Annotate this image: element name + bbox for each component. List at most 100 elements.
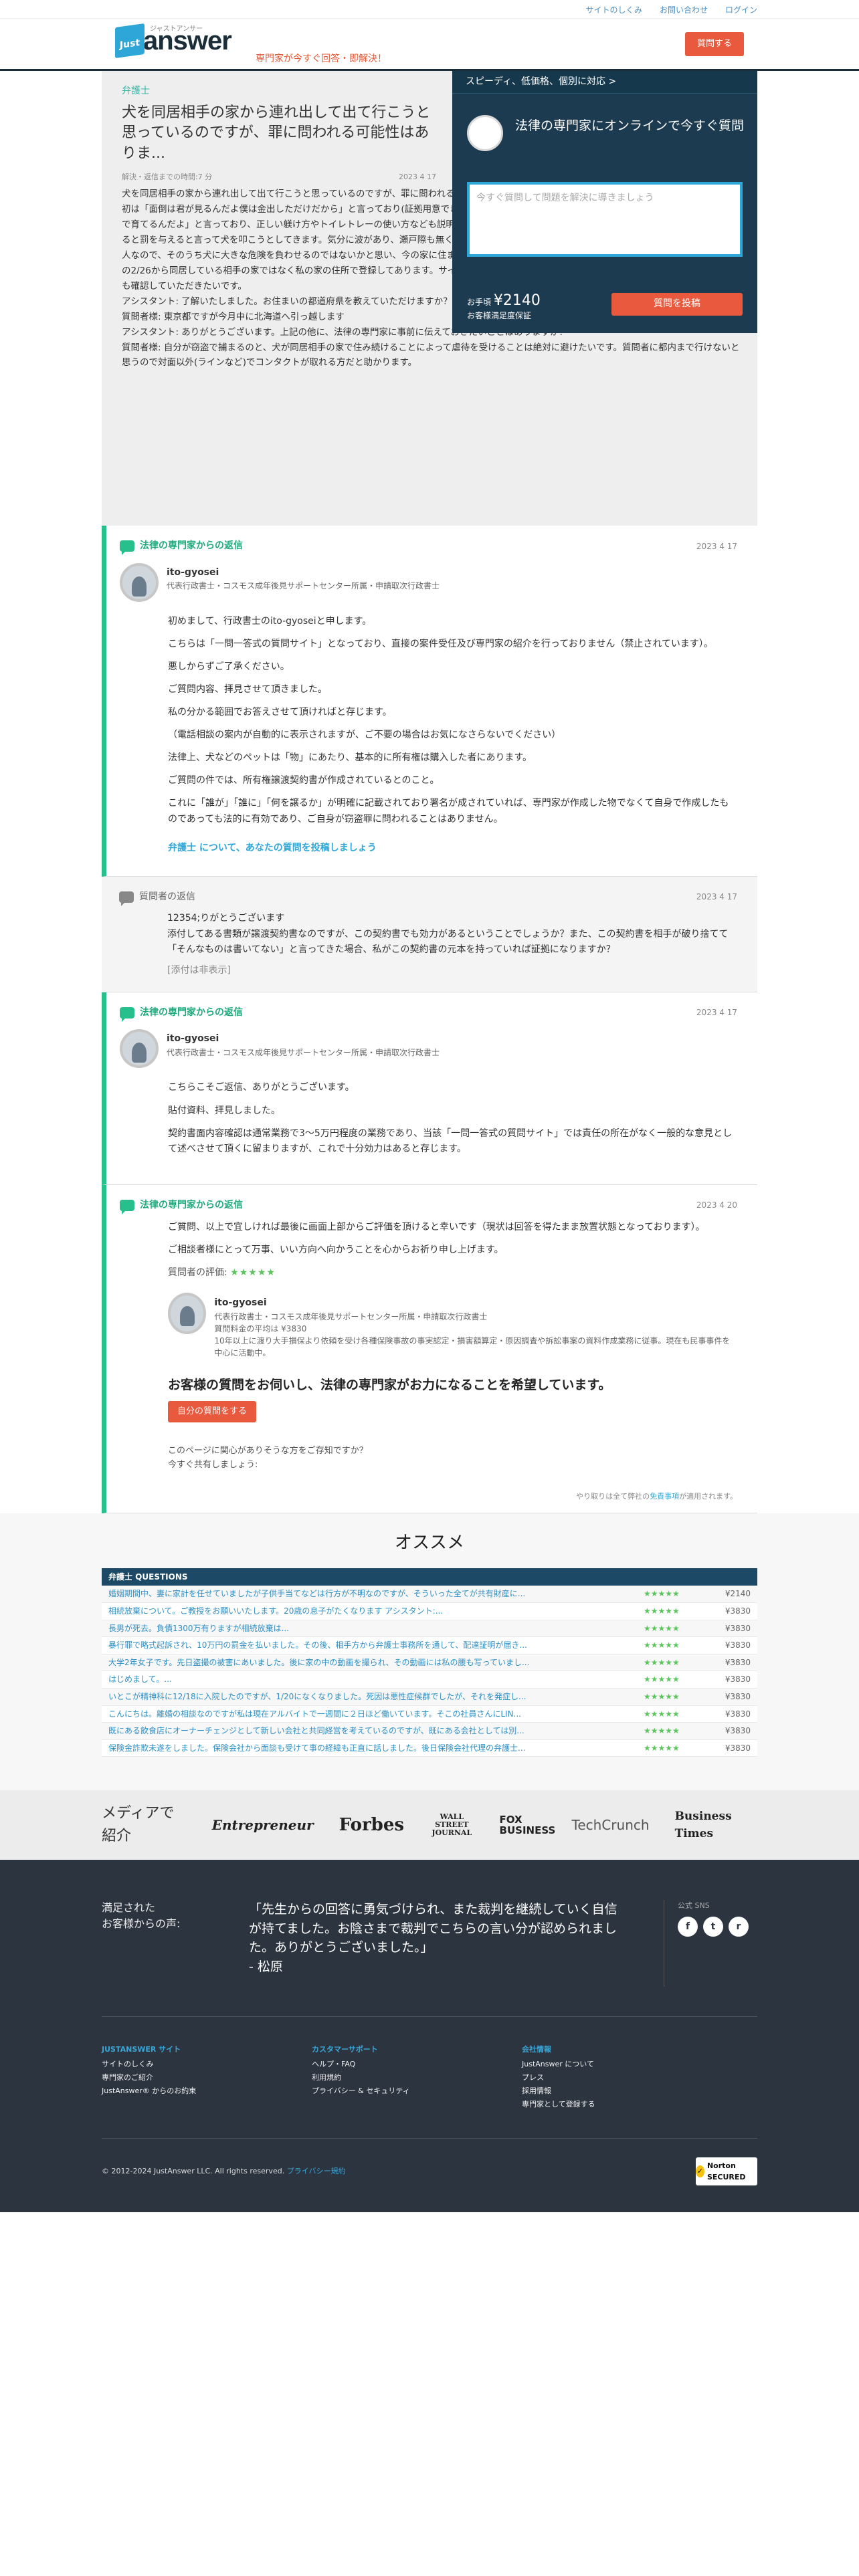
answer-label: 法律の専門家からの返信 [140, 1006, 243, 1018]
footer-link[interactable]: ヘルプ・FAQ [312, 2058, 522, 2071]
rating-label: 質問者の評価: [168, 1267, 227, 1278]
question-meta: 解決・返信までの時間:7 分 2023 4 17 [122, 171, 436, 183]
answer-paragraph: 契約書面内容確認は通常業務で3〜5万円程度の業務であり、当該「一問一答式の質問サ… [168, 1128, 733, 1154]
price: ¥3830 [725, 1692, 751, 1702]
footer-link[interactable]: プライバシー & セキュリティ [312, 2084, 522, 2098]
ask-own-question-button[interactable]: 自分の質問をする [168, 1401, 257, 1422]
entrepreneur-logo: Entrepreneur [211, 1816, 314, 1833]
recommended-header: 弁護士 QUESTIONS [102, 1568, 757, 1586]
sidebar-banner[interactable]: スピーディ、低価格、個別に対応 > [452, 71, 757, 94]
disclaimer-note: やり取りは全て弊社の免責事項が適用されます。 [576, 1491, 737, 1502]
list-item[interactable]: はじめまして。... ★★★★★ ¥3830 [102, 1671, 757, 1689]
answer-body: 初めまして、行政書士のito-gyoseiと申します。 こちらは「一問一答式の質… [168, 614, 737, 856]
answer-paragraph: 初めまして、行政書士のito-gyoseiと申します。 [168, 615, 372, 627]
answer-paragraph: ご質問、以上で宜しければ最後に画面上部からご評価を頂けると幸いです（現状は回答を… [168, 1221, 705, 1232]
expert-avatar-placeholder [467, 115, 503, 151]
media-label: メディアで紹介 [102, 1805, 175, 1845]
logo-badge: Just [115, 23, 145, 59]
footer-link[interactable]: 採用情報 [522, 2084, 732, 2098]
answer-paragraph: ご相談者様にとって万事、いい方向へ向かうことを心からお祈り申し上げます。 [168, 1244, 504, 1255]
answer-date: 2023 4 17 [696, 541, 737, 551]
question-textarea[interactable]: 今すぐ質問して問題を解決に導きましょう [467, 182, 743, 257]
question-link[interactable]: 婚姻期間中、妻に家計を任せていましたが子供手当てなどは行方が不明なのですが、そう… [108, 1588, 644, 1600]
list-item[interactable]: 大学2年女子です。先日盗撮の被害にあいました。後に家の中の動画を撮られ、その動画… [102, 1654, 757, 1672]
hope-heading: お客様の質問をお伺いし、法律の専門家がお力になることを希望しています。 [168, 1377, 611, 1392]
question-link[interactable]: こんにちは。離婚の相談なのですが私は現在アルバイトで一週間に２日ほど働いています… [108, 1708, 644, 1721]
expert-avatar[interactable] [168, 1292, 207, 1334]
testimonial-quote: 「先生からの回答に勇気づけられ、また裁判を継続していく自信が持てました。お陰さま… [249, 1902, 617, 1974]
price: ¥3830 [725, 1606, 751, 1616]
checkmark-icon: ✓ [696, 2165, 704, 2177]
rating-stars: ★★★★★ [644, 1623, 680, 1633]
footer-link[interactable]: プレス [522, 2071, 732, 2084]
question-link[interactable]: 長男が死去。負債1300万有りますが相続放棄は... [108, 1622, 644, 1635]
list-item[interactable]: 暴行罪で略式起訴され、10万円の罰金を払いました。その後、相手方から弁護士事務所… [102, 1637, 757, 1654]
footer-col-support: カスタマーサポート ヘルプ・FAQ 利用規約 プライバシー & セキュリティ [312, 2044, 522, 2111]
ask-sidebar: スピーディ、低価格、個別に対応 > 法律の専門家にオンラインで今すぐ質問 今すぐ… [452, 71, 757, 333]
footer-link[interactable]: サイトのしくみ [102, 2058, 312, 2071]
justanswer-logo[interactable]: Just answer ジャストアンサー [115, 23, 232, 59]
ask-question-button[interactable]: 質問する [684, 32, 744, 57]
question-link[interactable]: 暴行罪で略式起訴され、10万円の罰金を払いました。その後、相手方から弁護士事務所… [108, 1639, 644, 1652]
footer-col-heading: 会社情報 [522, 2045, 551, 2054]
list-item[interactable]: 長男が死去。負債1300万有りますが相続放棄は... ★★★★★ ¥3830 [102, 1620, 757, 1638]
expert-avatar[interactable] [120, 562, 159, 602]
list-item[interactable]: 既にある飲食店にオーナーチェンジとして新しい会社と共同経営を考えているのですが、… [102, 1723, 757, 1740]
rating-stars: ★★★★★ [644, 1709, 680, 1719]
question-link[interactable]: 相続放棄について。ご教授をお願いいたします。20歳の息子がたくなります アシスタ… [108, 1605, 644, 1618]
answer-date: 2023 4 20 [696, 1200, 737, 1210]
list-item[interactable]: こんにちは。離婚の相談なのですが私は現在アルバイトで一週間に２日ほど働いています… [102, 1705, 757, 1723]
twitter-icon[interactable]: t [703, 1917, 723, 1937]
footer-link[interactable]: 専門家のご紹介 [102, 2071, 312, 2084]
list-item[interactable]: いとこが精神科に12/18に入院したのですが、1/20になくなりました。死因は悪… [102, 1689, 757, 1706]
nav-how-it-works[interactable]: サイトのしくみ [585, 4, 642, 17]
guarantee-label: お客様満足度保証 [467, 310, 532, 320]
list-item[interactable]: 相続放棄について。ご教授をお願いいたします。20歳の息子がたくなります アシスタ… [102, 1603, 757, 1620]
footer-link[interactable]: 利用規約 [312, 2071, 522, 2084]
price-value: ¥2140 [493, 292, 541, 309]
expert-bio: 10年以上に渡り大手損保より依頼を受け各種保険事故の事実認定・損害額算定・原因調… [214, 1335, 731, 1358]
logo-kana: ジャストアンサー [150, 25, 203, 33]
expert-name[interactable]: ito-gyosei [167, 1032, 440, 1047]
question-link[interactable]: 大学2年女子です。先日盗撮の被害にあいました。後に家の中の動画を撮られ、その動画… [108, 1656, 644, 1669]
answer-paragraph: ご質問内容、拝見させて頂きました。 [168, 683, 327, 695]
nav-contact[interactable]: お問い合わせ [660, 4, 708, 17]
answer-label: 法律の専門家からの返信 [140, 540, 243, 551]
post-question-link[interactable]: 弁護士 について、あなたの質問を投稿しましょう [168, 841, 737, 856]
expert-name[interactable]: ito-gyosei [167, 566, 440, 580]
question-section: 弁護士 犬を同居相手の家から連れ出して出て行こうと思っているのですが、罪に問われ… [102, 71, 757, 526]
list-item[interactable]: 保険金詐欺未遂をしました。保険会社から面談も受けて事の経緯も正直に話しました。後… [102, 1739, 757, 1757]
norton-badge[interactable]: ✓ Norton SECURED [696, 2157, 757, 2185]
attachment-hidden: [添付は非表示] [167, 964, 231, 976]
rating-stars: ★★★★★ [644, 1640, 680, 1650]
reply-paragraph: 添付してある書類が譲渡契約書なのですが、この契約書でも効力があるということでしょ… [167, 928, 729, 955]
chat-bubble-icon [120, 540, 134, 556]
post-question-button[interactable]: 質問を投稿 [611, 293, 743, 316]
rating-stars: ★★★★★ [644, 1657, 680, 1667]
footer-col-site: JUSTANSWER サイト サイトのしくみ 専門家のご紹介 JustAnswe… [102, 2044, 312, 2111]
expert-avatar[interactable] [120, 1029, 159, 1069]
disclaimer-link[interactable]: 免責事項 [650, 1492, 679, 1501]
rating-stars: ★★★★★ [644, 1606, 680, 1616]
rss-icon[interactable]: r [729, 1917, 749, 1937]
rating-stars: ★★★★★ [644, 1675, 680, 1685]
price: ¥3830 [725, 1726, 751, 1736]
expert-title: 代表行政書士・コスモス成年後見サポートセンター所属・申請取次行政書士 [167, 1048, 440, 1058]
facebook-icon[interactable]: f [678, 1917, 698, 1937]
footer-link[interactable]: 専門家として登録する [522, 2098, 732, 2111]
nav-login[interactable]: ログイン [725, 4, 757, 17]
question-link[interactable]: 保険金詐欺未遂をしました。保険会社から面談も受けて事の経緯も正直に話しました。後… [108, 1742, 644, 1755]
question-link[interactable]: 既にある飲食店にオーナーチェンジとして新しい会社と共同経営を考えているのですが、… [108, 1725, 644, 1737]
price: ¥3830 [725, 1623, 751, 1633]
expert-name[interactable]: ito-gyosei [214, 1295, 737, 1311]
list-item[interactable]: 婚姻期間中、妻に家計を任せていましたが子供手当てなどは行方が不明なのですが、そう… [102, 1586, 757, 1604]
footer-link[interactable]: JustAnswer について [522, 2058, 732, 2071]
answer-date: 2023 4 17 [696, 1008, 737, 1018]
privacy-link[interactable]: プライバシー規約 [287, 2167, 346, 2175]
question-link[interactable]: はじめまして。... [108, 1673, 644, 1686]
main-content: 弁護士 犬を同居相手の家から連れ出して出て行こうと思っているのですが、罪に問われ… [102, 71, 757, 1513]
reply-paragraph: 12354;りがとうございます [167, 913, 285, 924]
recommended-list: 弁護士 QUESTIONS 婚姻期間中、妻に家計を任せていましたが子供手当てなど… [102, 1568, 757, 1757]
footer-link[interactable]: JustAnswer® からのお約束 [102, 2084, 312, 2098]
question-link[interactable]: いとこが精神科に12/18に入院したのですが、1/20になくなりました。死因は悪… [108, 1691, 644, 1703]
